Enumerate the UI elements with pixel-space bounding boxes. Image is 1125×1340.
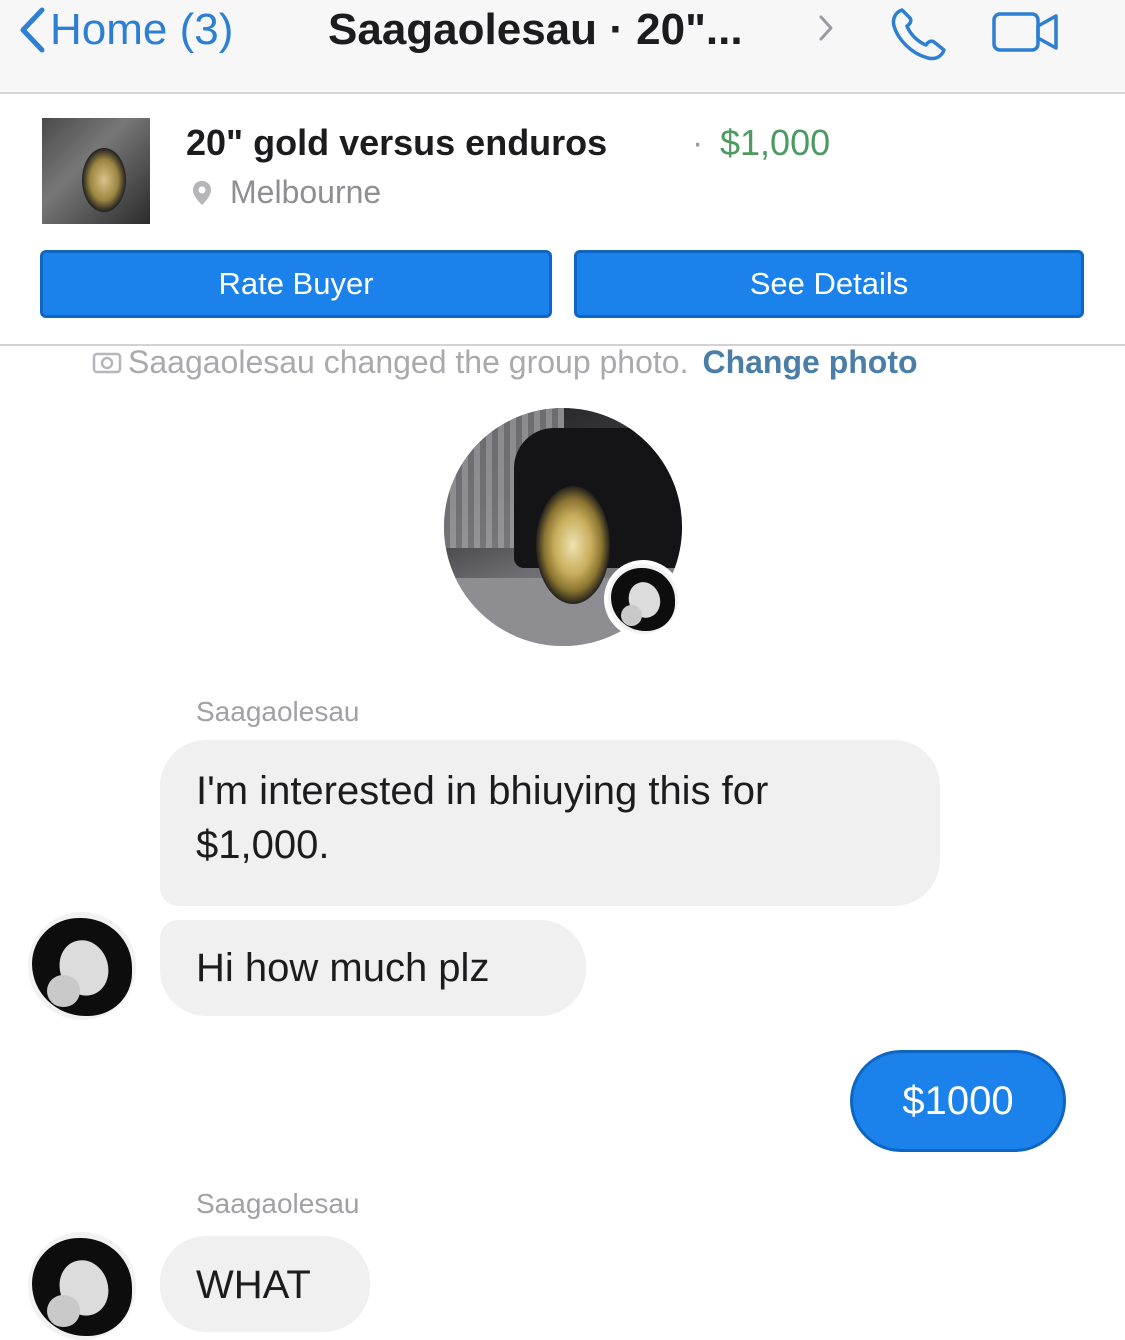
see-details-button[interactable]: See Details [574,250,1084,318]
change-photo-link[interactable]: Change photo [702,344,917,381]
listing-thumbnail[interactable] [42,118,150,224]
conversation-title[interactable]: Saagaolesau · 20"... [328,5,743,54]
back-label: Home (3) [50,5,234,54]
avatar[interactable] [28,1232,136,1340]
listing-title: 20" gold versus enduros [186,122,608,163]
notice-text: Saagaolesau changed the group photo. [128,343,689,380]
rate-buyer-button[interactable]: Rate Buyer [40,250,552,318]
message-bubble-outgoing[interactable]: $1000 [850,1050,1066,1152]
chevron-right-icon[interactable] [818,14,834,47]
phone-icon[interactable] [888,4,952,69]
sender-name: Saagaolesau [196,1188,360,1219]
message-bubble[interactable]: Hi how much plz [160,920,586,1016]
location-label: Melbourne [230,174,382,210]
chevron-left-icon [20,7,45,53]
photo-icon [92,352,122,374]
listing-separator: · [692,124,704,162]
sender-name: Saagaolesau [196,696,360,727]
location-pin-icon [193,180,211,205]
back-button[interactable]: Home (3) [18,5,234,54]
avatar [604,560,682,638]
video-camera-icon[interactable] [990,8,1062,63]
listing-location: Melbourne [192,174,381,211]
group-photo-notice: Saagaolesau changed the group photo. Cha… [92,340,918,384]
nav-bar: Home (3) Saagaolesau · 20"... [0,0,1125,94]
avatar[interactable] [28,912,136,1020]
message-bubble[interactable]: I'm interested in bhiuying this for $1,0… [160,740,940,906]
listing-price: $1,000 [720,122,831,163]
message-bubble[interactable]: WHAT [160,1236,370,1332]
